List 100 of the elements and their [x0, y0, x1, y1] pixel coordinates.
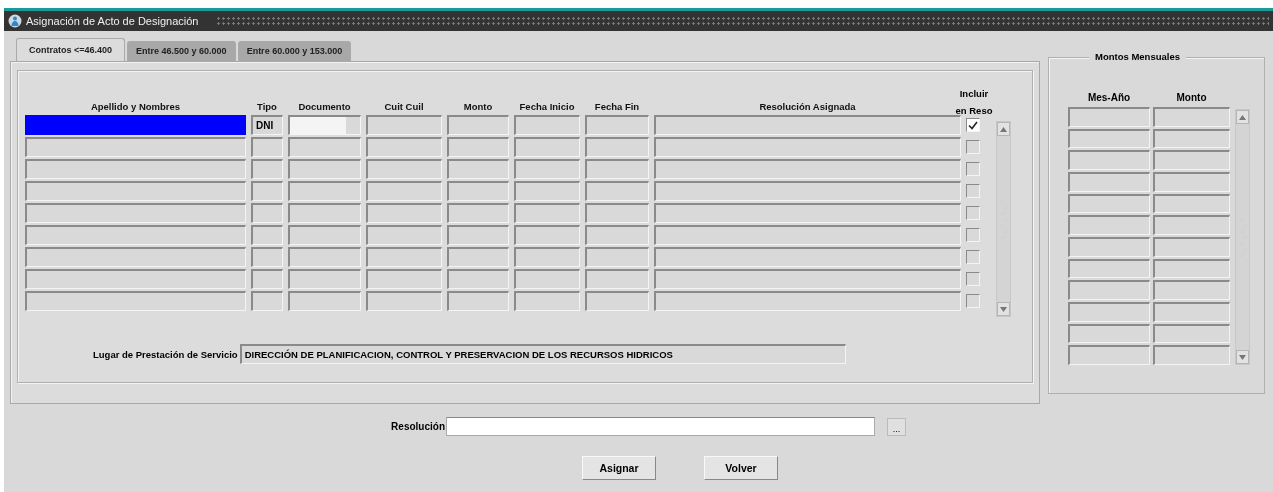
- table-cell[interactable]: [447, 291, 509, 311]
- list-of-values-button[interactable]: ...: [887, 417, 906, 436]
- table-cell[interactable]: [366, 137, 442, 157]
- checkbox[interactable]: [966, 250, 980, 264]
- action-button[interactable]: Asignar: [582, 456, 656, 480]
- table-cell[interactable]: [585, 181, 649, 201]
- tab[interactable]: Entre 46.500 y 60.000: [127, 41, 236, 61]
- table-cell[interactable]: [514, 291, 580, 311]
- table-cell[interactable]: [366, 269, 442, 289]
- table-cell[interactable]: [514, 203, 580, 223]
- resolution-input[interactable]: [446, 417, 875, 436]
- table-cell[interactable]: DNI: [251, 115, 283, 135]
- checkbox[interactable]: [966, 272, 980, 286]
- table-cell[interactable]: [447, 225, 509, 245]
- table-cell[interactable]: [251, 291, 283, 311]
- table-cell[interactable]: [251, 159, 283, 179]
- table-cell[interactable]: [654, 291, 961, 311]
- table-cell[interactable]: [288, 225, 361, 245]
- table-cell[interactable]: [447, 247, 509, 267]
- table-cell[interactable]: [288, 269, 361, 289]
- table-cell[interactable]: [1068, 172, 1150, 192]
- checkbox[interactable]: [966, 184, 980, 198]
- table-cell[interactable]: [1068, 237, 1150, 257]
- table-cell[interactable]: [654, 247, 961, 267]
- table-cell[interactable]: [251, 247, 283, 267]
- table-cell[interactable]: [654, 181, 961, 201]
- scrollbar[interactable]: [996, 121, 1011, 317]
- table-cell[interactable]: [25, 159, 246, 179]
- table-cell[interactable]: [251, 269, 283, 289]
- table-cell[interactable]: [654, 203, 961, 223]
- table-cell[interactable]: [366, 225, 442, 245]
- table-cell[interactable]: [366, 115, 442, 135]
- table-cell[interactable]: [366, 291, 442, 311]
- table-cell[interactable]: [585, 115, 649, 135]
- checkbox[interactable]: [966, 118, 980, 132]
- table-cell[interactable]: [447, 269, 509, 289]
- table-cell[interactable]: [1068, 128, 1150, 149]
- table-cell[interactable]: [25, 203, 246, 223]
- table-cell[interactable]: [447, 137, 509, 157]
- table-cell[interactable]: [366, 203, 442, 223]
- table-cell[interactable]: [514, 159, 580, 179]
- table-cell[interactable]: [1153, 193, 1230, 214]
- table-cell[interactable]: [251, 137, 283, 157]
- table-cell[interactable]: [585, 203, 649, 223]
- table-cell[interactable]: [25, 269, 246, 289]
- table-cell[interactable]: [1068, 193, 1150, 214]
- table-cell[interactable]: [654, 159, 961, 179]
- table-cell[interactable]: [1068, 107, 1150, 127]
- tab[interactable]: Contratos <=46.400: [16, 38, 126, 61]
- scroll-up-button[interactable]: [1236, 110, 1249, 124]
- table-cell[interactable]: [366, 247, 442, 267]
- table-cell[interactable]: [366, 181, 442, 201]
- table-cell[interactable]: [25, 247, 246, 267]
- table-cell[interactable]: [288, 291, 361, 311]
- table-cell[interactable]: [1153, 215, 1230, 235]
- table-cell[interactable]: [288, 247, 361, 267]
- table-cell[interactable]: [654, 225, 961, 245]
- table-cell[interactable]: [654, 115, 961, 135]
- table-cell[interactable]: [1153, 150, 1230, 170]
- table-cell[interactable]: [1068, 302, 1150, 322]
- table-cell[interactable]: [514, 247, 580, 267]
- table-cell[interactable]: [447, 159, 509, 179]
- checkbox[interactable]: [966, 140, 980, 154]
- table-cell[interactable]: [1153, 280, 1230, 300]
- table-cell[interactable]: [585, 269, 649, 289]
- table-cell[interactable]: [1153, 107, 1230, 127]
- scrollbar[interactable]: [1235, 109, 1250, 365]
- table-cell[interactable]: [585, 137, 649, 157]
- table-cell[interactable]: [1068, 258, 1150, 279]
- checkbox[interactable]: [966, 162, 980, 176]
- table-cell[interactable]: [288, 159, 361, 179]
- table-cell[interactable]: [288, 203, 361, 223]
- table-cell[interactable]: [1153, 237, 1230, 257]
- table-cell[interactable]: [1153, 345, 1230, 365]
- action-button[interactable]: Volver: [704, 456, 778, 480]
- table-cell[interactable]: [288, 115, 361, 135]
- table-cell[interactable]: [25, 291, 246, 311]
- table-cell[interactable]: [288, 181, 361, 201]
- table-cell[interactable]: [1153, 302, 1230, 322]
- table-cell[interactable]: [585, 291, 649, 311]
- table-cell[interactable]: [1153, 323, 1230, 344]
- scroll-up-button[interactable]: [997, 122, 1010, 136]
- table-cell[interactable]: [514, 137, 580, 157]
- table-cell[interactable]: [1068, 323, 1150, 344]
- table-cell[interactable]: [585, 159, 649, 179]
- table-cell[interactable]: [251, 203, 283, 223]
- table-cell[interactable]: [1153, 128, 1230, 149]
- table-cell[interactable]: [1153, 172, 1230, 192]
- table-cell[interactable]: [288, 137, 361, 157]
- table-cell[interactable]: [514, 115, 580, 135]
- checkbox[interactable]: [966, 294, 980, 308]
- table-cell[interactable]: [251, 181, 283, 201]
- table-cell[interactable]: [654, 269, 961, 289]
- table-cell[interactable]: [447, 203, 509, 223]
- table-cell[interactable]: [251, 225, 283, 245]
- service-place-field[interactable]: DIRECCIÓN DE PLANIFICACION, CONTROL Y PRESERVACION DE LOS RECURSOS HIDRICOS: [239, 344, 846, 364]
- scroll-down-button[interactable]: [997, 302, 1010, 316]
- checkbox[interactable]: [966, 206, 980, 220]
- table-cell[interactable]: [585, 225, 649, 245]
- selected-cell[interactable]: [25, 115, 246, 135]
